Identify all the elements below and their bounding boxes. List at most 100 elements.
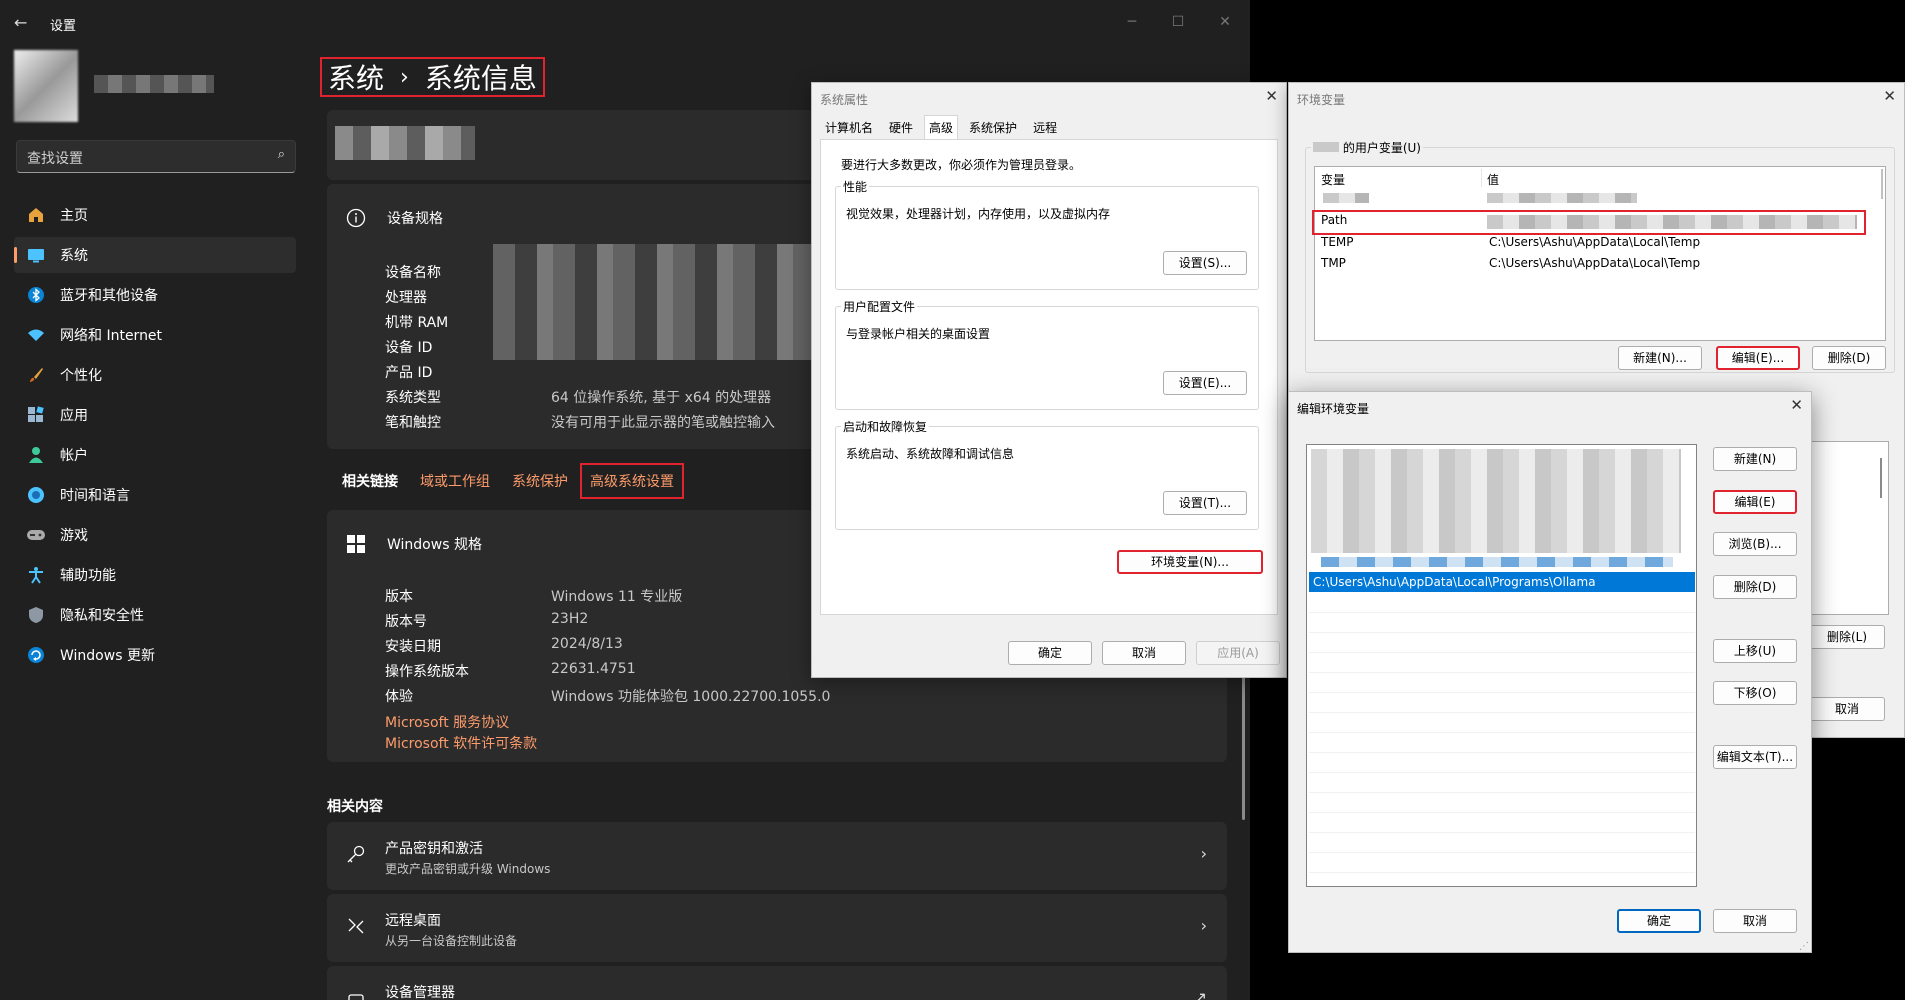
sidebar-item-personalization[interactable]: 个性化 [14,357,296,393]
back-arrow-icon[interactable]: ← [14,13,27,32]
user-variables-list[interactable]: 变量 值 Path TEMP C:\Users\Ashu\AppData\Loc… [1314,166,1886,341]
spec-label: 版本 [385,589,413,605]
tab-computer-name[interactable]: 计算机名 [820,115,878,139]
close-icon[interactable]: ✕ [1883,87,1896,105]
move-up-button[interactable]: 上移(U) [1713,639,1797,663]
remote-desktop-card[interactable]: 远程桌面 从另一台设备控制此设备 › [327,894,1227,962]
sidebar-item-accessibility[interactable]: 辅助功能 [14,557,296,593]
delete-entry-button[interactable]: 删除(D) [1713,575,1797,599]
spec-value: Windows 功能体验包 1000.22700.1055.0 [551,689,831,705]
minimize-icon[interactable]: ─ [1112,8,1152,36]
spec-label: 产品 ID [385,365,433,381]
tab-advanced[interactable]: 高级 [924,115,959,139]
cancel-button[interactable]: 取消 [1713,909,1797,933]
sidebar-item-privacy[interactable]: 隐私和安全性 [14,597,296,633]
var-row-tmp[interactable]: TMP [1321,256,1346,274]
dialog-title: 环境变量 [1297,93,1346,107]
admin-note: 要进行大多数更改，你必须作为管理员登录。 [841,158,1082,172]
username-redacted [1313,142,1339,152]
sidebar-nav: 主页 系统 蓝牙和其他设备 网络和 Internet 个性化 应用 帐户 时间和… [14,197,296,677]
spec-label: 版本号 [385,614,427,630]
sidebar-item-accounts[interactable]: 帐户 [14,437,296,473]
sidebar-item-label: 辅助功能 [60,568,116,584]
redacted-path-value [1487,215,1857,229]
scrollbar[interactable] [1881,169,1883,199]
environment-variables-button[interactable]: 环境变量(N)... [1117,550,1263,574]
ms-services-agreement-link[interactable]: Microsoft 服务协议 [385,712,509,732]
tab-remote[interactable]: 远程 [1028,115,1062,139]
app-title: 设置 [50,19,77,34]
breadcrumb-parent[interactable]: 系统 [328,57,384,97]
user-var-new-button[interactable]: 新建(N)... [1618,346,1702,370]
tab-hardware[interactable]: 硬件 [884,115,918,139]
spec-row: 版本 Windows 11 专业版 [385,586,682,606]
ms-license-terms-link[interactable]: Microsoft 软件许可条款 [385,733,537,753]
sidebar-item-windows-update[interactable]: Windows 更新 [14,637,296,673]
sidebar-item-network[interactable]: 网络和 Internet [14,317,296,353]
path-entry-ollama[interactable]: C:\Users\Ashu\AppData\Local\Programs\Oll… [1309,572,1695,592]
sidebar-item-gaming[interactable]: 游戏 [14,517,296,553]
group-label: 的用户变量(U) [1311,139,1423,156]
accessibility-icon [26,565,46,585]
spec-row: 操作系统版本 22631.4751 [385,661,636,681]
apply-button[interactable]: 应用(A) [1196,641,1280,665]
browse-button[interactable]: 浏览(B)... [1713,532,1797,556]
spec-row: 系统类型 64 位操作系统, 基于 x64 的处理器 [385,387,771,407]
row-divider [1309,672,1695,673]
close-icon[interactable]: ✕ [1790,396,1803,414]
row-divider [1309,812,1695,813]
row-divider [1309,832,1695,833]
startup-recovery-settings-button[interactable]: 设置(T)... [1163,491,1247,515]
cancel-button[interactable]: 取消 [1102,641,1186,665]
resize-grip-icon[interactable]: ⋰ [1799,941,1809,952]
spec-label: 操作系统版本 [385,664,469,680]
var-row-temp[interactable]: TEMP [1321,235,1354,253]
column-header-variable[interactable]: 变量 [1321,171,1345,189]
user-name-redacted [94,75,214,93]
gamepad-icon [26,525,46,545]
variable-value: C:\Users\Ashu\AppData\Local\Temp [1489,235,1701,249]
spec-label: 系统类型 [385,390,441,406]
user-var-delete-button[interactable]: 删除(D) [1812,346,1886,370]
spec-value: Windows 11 专业版 [551,589,683,605]
product-key-card[interactable]: 产品密钥和激活 更改产品密钥或升级 Windows › [327,822,1227,890]
dialog-title: 系统属性 [820,93,869,107]
system-var-delete-button[interactable]: 删除(L) [1809,625,1885,649]
user-profiles-settings-button[interactable]: 设置(E)... [1163,371,1247,395]
sidebar-item-apps[interactable]: 应用 [14,397,296,433]
performance-settings-button[interactable]: 设置(S)... [1163,251,1247,275]
move-down-button[interactable]: 下移(O) [1713,681,1797,705]
device-manager-card[interactable]: 设备管理器 ↗ [327,966,1227,1000]
ok-button[interactable]: 确定 [1617,909,1701,933]
sidebar-item-time-language[interactable]: 时间和语言 [14,477,296,513]
system-protection-link[interactable]: 系统保护 [512,471,568,491]
variable-name: Path [1321,213,1348,227]
search-input[interactable]: 查找设置 ⌕ [16,140,296,173]
system-variables-list[interactable] [1809,441,1889,615]
user-var-edit-button[interactable]: 编辑(E)... [1716,346,1800,370]
chevron-right-icon: › [1200,916,1207,935]
spec-label: 笔和触控 [385,415,441,431]
ok-button[interactable]: 确定 [1008,641,1092,665]
maximize-icon[interactable]: ☐ [1158,8,1198,36]
cancel-button[interactable]: 取消 [1809,697,1885,721]
column-header-value[interactable]: 值 [1487,171,1499,189]
advanced-system-settings-link[interactable]: 高级系统设置 [580,463,684,499]
close-icon[interactable]: ✕ [1205,8,1245,36]
domain-workgroup-link[interactable]: 域或工作组 [420,471,490,491]
spec-value: 23H2 [551,611,589,627]
scrollbar[interactable] [1880,458,1882,498]
var-row-path[interactable]: Path [1321,213,1347,231]
edit-entry-button[interactable]: 编辑(E) [1713,490,1797,514]
sidebar-item-system[interactable]: 系统 [14,237,296,273]
edit-text-button[interactable]: 编辑文本(T)... [1713,745,1797,769]
sidebar-item-home[interactable]: 主页 [14,197,296,233]
tab-system-protection[interactable]: 系统保护 [964,115,1022,139]
user-profile[interactable] [14,50,214,122]
close-icon[interactable]: ✕ [1265,87,1278,105]
new-entry-button[interactable]: 新建(N) [1713,447,1797,471]
variable-name: TMP [1321,256,1346,270]
path-entries-list[interactable]: C:\Users\Ashu\AppData\Local\Programs\Oll… [1306,444,1697,887]
spec-row: 笔和触控 没有可用于此显示器的笔或触控输入 [385,412,775,432]
sidebar-item-bluetooth[interactable]: 蓝牙和其他设备 [14,277,296,313]
